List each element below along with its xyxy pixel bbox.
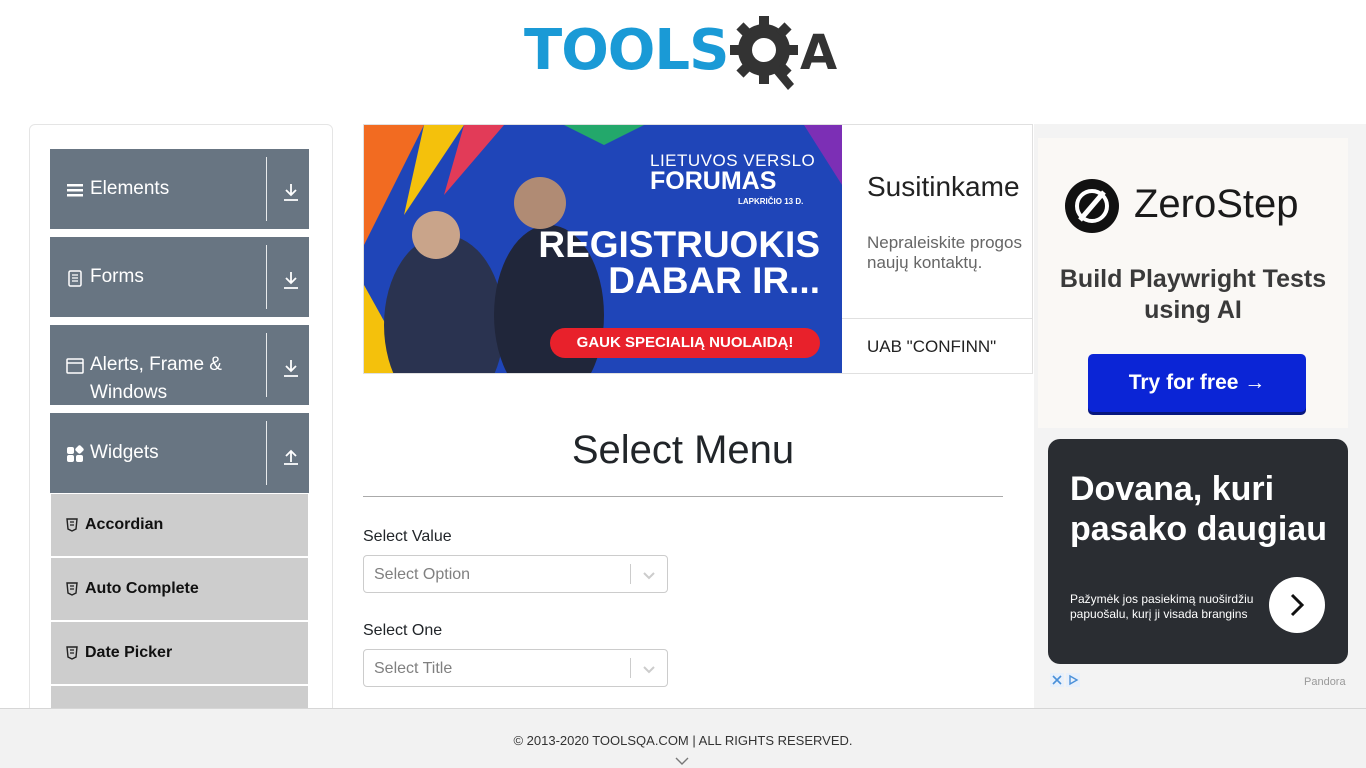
footer-copyright: © 2013-2020 TOOLSQA.COM | ALL RIGHTS RES… [513, 733, 853, 748]
sidebar-item-accordian[interactable]: Accordian [51, 494, 308, 556]
ad-choices-icon[interactable] [1050, 673, 1080, 687]
widgets-icon [67, 445, 84, 462]
html5-shield-icon [66, 646, 78, 660]
chevron-down-icon[interactable] [641, 661, 657, 677]
svg-text:TOOLS: TOOLS [524, 18, 728, 83]
try-for-free-button[interactable]: Try for free → [1088, 354, 1306, 412]
zerostep-tagline: Build Playwright Tests using AI [1059, 265, 1327, 324]
sidebar-item-label: Auto Complete [85, 580, 199, 597]
upload-arrow-icon[interactable] [282, 446, 300, 466]
divider [266, 245, 267, 309]
sidebar-item-auto-complete[interactable]: Auto Complete [51, 558, 308, 620]
sidebar-group-forms[interactable]: Forms [50, 237, 309, 317]
select-one-placeholder: Select Title [374, 660, 453, 677]
html5-shield-icon [66, 518, 78, 532]
ad-company[interactable]: UAB "CONFINN" [867, 337, 996, 357]
select-value-label: Select Value [363, 528, 452, 545]
ad-cta-button[interactable]: GAUK SPECIALIĄ NUOLAIDĄ! [550, 328, 820, 358]
zerostep-logo-icon [1065, 179, 1119, 233]
ad-headline-line2: DABAR IR... [608, 260, 820, 301]
hamburger-icon [67, 184, 83, 197]
zerostep-brand: ZeroStep [1134, 182, 1299, 226]
ad-date: LAPKRIČIO 13 D. [738, 197, 804, 206]
select-one-dropdown[interactable]: Select Title [363, 649, 668, 687]
pandora-subtitle: Pažymėk jos pasiekimą nuoširdžiu papuoša… [1070, 592, 1254, 621]
divider [363, 496, 1003, 497]
sidebar-group-label: Alerts, Frame & Windows [90, 354, 222, 403]
sidebar-group-widgets[interactable]: Widgets [50, 413, 309, 493]
divider [842, 318, 1032, 319]
chevron-down-icon[interactable] [675, 757, 689, 765]
sidebar-group-elements[interactable]: Elements [50, 149, 309, 229]
download-arrow-icon[interactable] [282, 270, 300, 290]
sidebar-item-date-picker[interactable]: Date Picker [51, 622, 308, 684]
pandora-next-button[interactable] [1269, 577, 1325, 633]
svg-text:A: A [800, 25, 837, 81]
divider [630, 564, 631, 584]
pandora-ad[interactable]: Dovana, kuri pasako daugiau Pažymėk jos … [1048, 439, 1348, 664]
sidebar-group-label: Forms [90, 266, 144, 287]
toolsqa-logo[interactable]: TOOLS A [524, 14, 848, 94]
ad-sponsor: Pandora [1304, 676, 1346, 688]
footer: © 2013-2020 TOOLSQA.COM | ALL RIGHTS RES… [0, 708, 1366, 768]
divider [266, 421, 267, 485]
ad-description: Nepraleiskite progos naujų kontaktų. [867, 233, 1022, 272]
page: TOOLS A Elements Forms Alerts, Frame & W… [0, 0, 1366, 768]
divider [266, 333, 267, 397]
chevron-down-icon[interactable] [641, 567, 657, 583]
download-arrow-icon[interactable] [282, 358, 300, 378]
ad-image[interactable]: LIETUVOS VERSLO FORUMAS LAPKRIČIO 13 D. … [364, 125, 842, 373]
sidebar: Elements Forms Alerts, Frame & Windows W… [29, 124, 333, 724]
document-icon [68, 270, 82, 287]
zerostep-ad[interactable]: ZeroStep Build Playwright Tests using AI… [1038, 138, 1348, 428]
sidebar-group-label: Widgets [90, 442, 159, 463]
ad-banner[interactable]: LIETUVOS VERSLO FORUMAS LAPKRIČIO 13 D. … [363, 124, 1033, 374]
window-icon [66, 358, 84, 374]
divider [630, 658, 631, 678]
ad-headline-line1: REGISTRUOKIS [538, 224, 820, 265]
sidebar-item-label: Accordian [85, 516, 164, 533]
right-ad[interactable]: ZeroStep Build Playwright Tests using AI… [1034, 124, 1366, 708]
page-title: Select Menu [571, 428, 795, 472]
select-value-placeholder: Select Option [374, 566, 471, 583]
ad-title[interactable]: Susitinkame [867, 171, 1020, 203]
select-one-label: Select One [363, 622, 443, 639]
select-value-dropdown[interactable]: Select Option [363, 555, 668, 593]
sidebar-item-label: Date Picker [85, 644, 173, 661]
html5-shield-icon [66, 582, 78, 596]
sidebar-group-label: Elements [90, 178, 170, 199]
sidebar-group-alerts[interactable]: Alerts, Frame & Windows [50, 325, 309, 405]
ad-forum-line2: FORUMAS [650, 167, 777, 195]
download-arrow-icon[interactable] [282, 182, 300, 202]
chevron-right-icon [1290, 593, 1305, 617]
pandora-title: Dovana, kuri pasako daugiau [1070, 470, 1327, 548]
divider [266, 157, 267, 221]
